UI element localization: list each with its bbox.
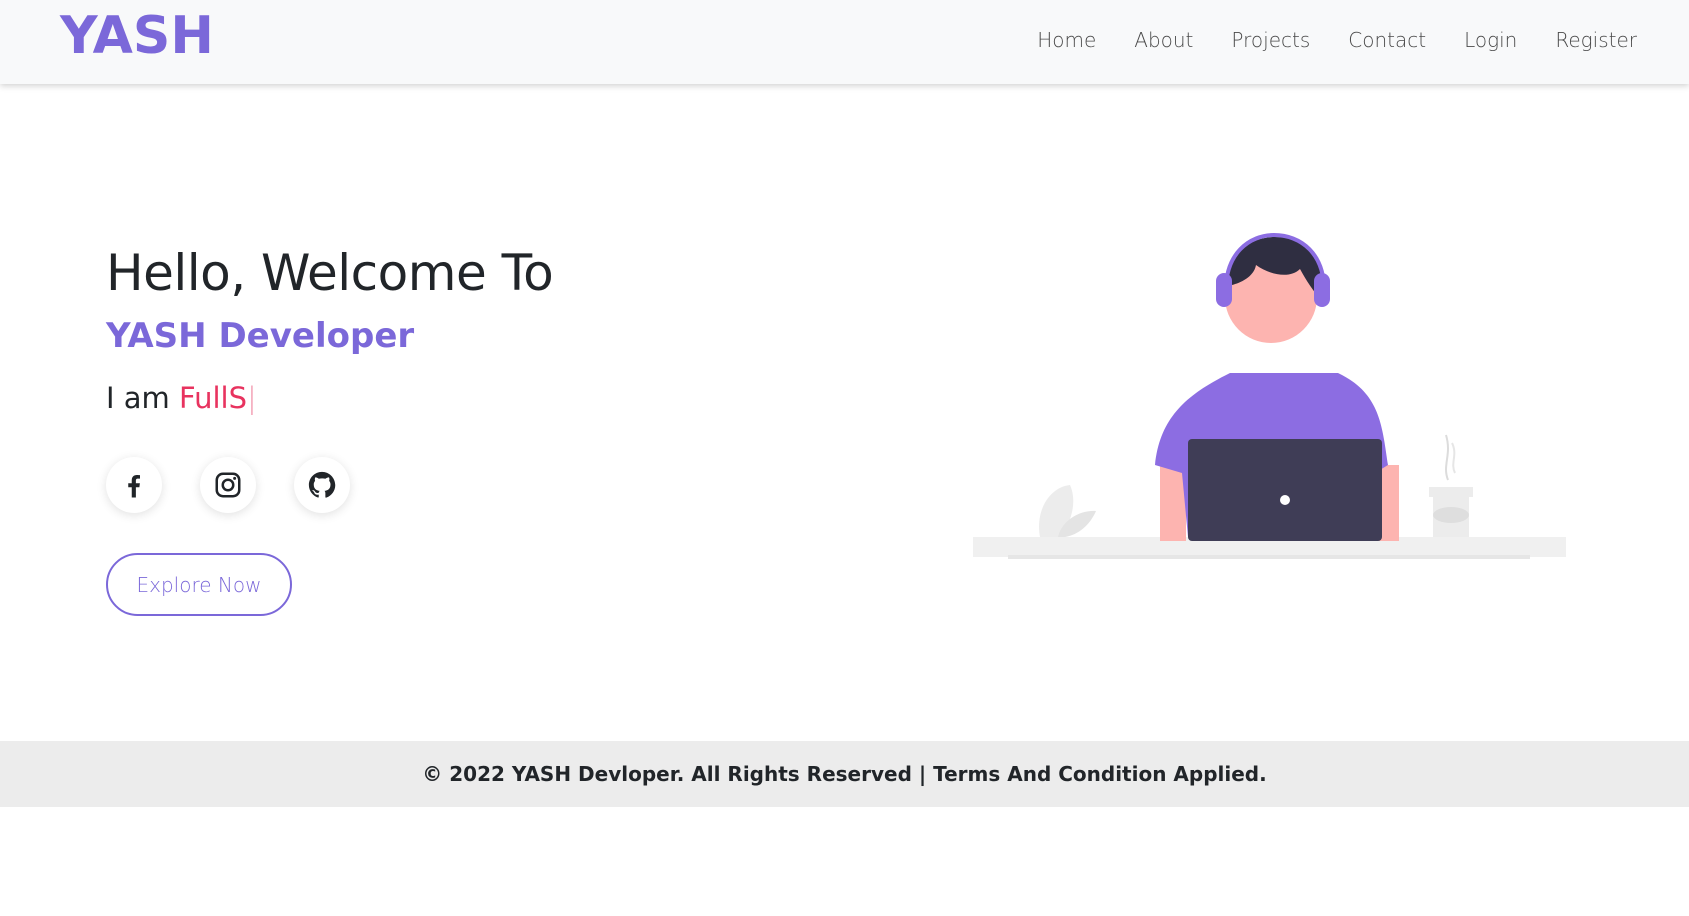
hero-title: Hello, Welcome To (106, 244, 554, 302)
footer: © 2022 YASH Devloper. All Rights Reserve… (0, 741, 1689, 807)
role-prefix: I am (106, 381, 170, 415)
footer-copyright: © 2022 YASH Devloper. All Rights Reserve… (422, 762, 1267, 786)
instagram-link[interactable] (200, 457, 256, 513)
typed-text: FullS (179, 381, 248, 415)
nav-link-about[interactable]: About (1134, 28, 1193, 52)
hero-subtitle: YASH Developer (106, 316, 415, 356)
nav-link-projects[interactable]: Projects (1231, 28, 1310, 52)
brand-logo[interactable]: YASH (60, 6, 214, 66)
nav-link-login[interactable]: Login (1464, 28, 1517, 52)
developer-illustration (973, 232, 1566, 559)
github-icon (308, 471, 336, 498)
typing-cursor: | (247, 381, 257, 415)
nav-link-home[interactable]: Home (1037, 28, 1096, 52)
github-link[interactable] (294, 457, 350, 513)
social-links (106, 457, 350, 513)
hero-role: I am FullS| (106, 381, 257, 415)
instagram-icon (215, 472, 241, 498)
facebook-link[interactable] (106, 457, 162, 513)
nav-links: Home About Projects Contact Login Regist… (1037, 28, 1637, 52)
nav-link-register[interactable]: Register (1555, 28, 1637, 52)
navbar: YASH Home About Projects Contact Login R… (0, 0, 1689, 84)
facebook-icon (128, 475, 140, 498)
explore-now-button[interactable]: Explore Now (106, 553, 292, 616)
nav-link-contact[interactable]: Contact (1348, 28, 1426, 52)
